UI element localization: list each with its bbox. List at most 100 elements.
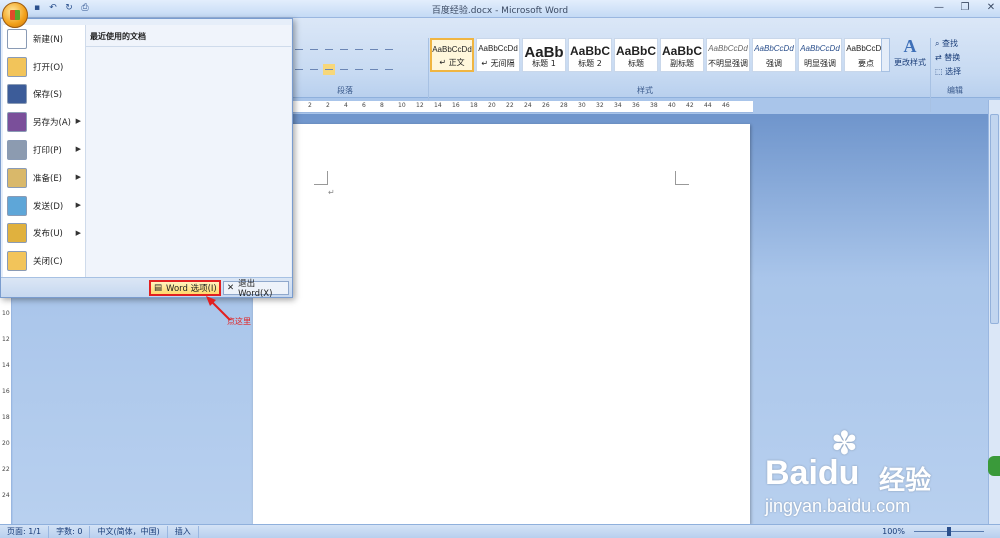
zoom-slider-thumb[interactable] — [947, 527, 951, 536]
style-tile[interactable]: AaBbCcDd ↵ 正文 — [430, 38, 474, 72]
ruler-tick-label: 40 — [668, 102, 676, 109]
ruler-tick-label: 22 — [506, 102, 514, 109]
style-tile[interactable]: AaBbC 标题 2 — [568, 38, 612, 72]
style-tile[interactable]: AaBbCcDd 明显强调 — [798, 38, 842, 72]
style-tile[interactable]: AaBb 标题 1 — [522, 38, 566, 72]
office-menu-item[interactable]: 保存(S) — [3, 81, 85, 109]
line-spacing-icon[interactable] — [353, 64, 365, 75]
office-menu-item[interactable]: 准备(E) ▶ — [3, 164, 85, 192]
zoom-level[interactable]: 100% — [882, 526, 905, 538]
close-folder-icon — [7, 251, 27, 272]
office-menu-commands: 新建(N) 打开(O) 保存(S) 另存为(A) ▶ 打印(P) ▶ 准备(E) ▶ 发送(D) ▶… — [3, 25, 85, 279]
select-button[interactable]: ⬚ 选择 — [935, 66, 961, 77]
maximize-button[interactable]: ❐ — [958, 2, 972, 13]
multilevel-list-icon[interactable] — [323, 44, 335, 55]
exit-word-button[interactable]: ✕ 退出 Word(X) — [223, 279, 289, 299]
side-badge[interactable] — [988, 456, 1000, 476]
replace-button[interactable]: ⇄ 替换 — [935, 52, 961, 63]
ruler-tick-label: 16 — [452, 102, 460, 109]
submenu-arrow-icon: ▶ — [75, 145, 81, 154]
exit-word-label: 退出 Word(X) — [238, 279, 273, 299]
office-menu-item[interactable]: 另存为(A) ▶ — [3, 108, 85, 136]
ruler-tick-label: 34 — [614, 102, 622, 109]
word-options-button[interactable]: ▤ Word 选项(I) — [149, 280, 221, 296]
style-name: 副标题 — [670, 59, 694, 68]
office-menu-item[interactable]: 关闭(C) — [3, 247, 85, 275]
style-name: 明显强调 — [804, 59, 836, 68]
show-marks-icon[interactable] — [383, 44, 395, 55]
zoom-slider[interactable] — [914, 527, 984, 536]
watermark-logo: Baidu — [765, 454, 860, 492]
ruler-tick-label: 4 — [344, 102, 348, 109]
style-tile[interactable]: AaBbCcDd 强调 — [752, 38, 796, 72]
ruler-tick-label: 16 — [2, 388, 10, 395]
numbering-icon[interactable] — [308, 44, 320, 55]
office-menu-item[interactable]: 新建(N) — [3, 25, 85, 53]
paragraph-mark: ↵ — [328, 188, 335, 197]
style-tile[interactable]: AaBbC 标题 — [614, 38, 658, 72]
gallery-scroll[interactable] — [881, 38, 890, 72]
prepare-icon — [7, 167, 27, 188]
office-menu-item-label: 另存为(A) — [33, 118, 71, 129]
word-options-label: Word 选项(I) — [166, 284, 217, 294]
horizontal-ruler[interactable]: 2 2 4 6 8 10 12 14 16 18 20 22 24 26 28 30 32 34 36 38 40 42 4… — [253, 101, 753, 113]
office-menu-item[interactable]: 打印(P) ▶ — [3, 136, 85, 164]
word-count[interactable]: 字数: 0 — [49, 525, 91, 538]
group-separator — [930, 38, 931, 112]
editing-group: ⌕ 查找 ⇄ 替换 ⬚ 选择 — [935, 38, 961, 77]
style-tile[interactable]: AaBbCcDd 不明显强调 — [706, 38, 750, 72]
sort-icon[interactable] — [368, 44, 380, 55]
ruler-tick-label: 20 — [2, 440, 10, 447]
distribute-icon[interactable] — [338, 64, 350, 75]
find-button[interactable]: ⌕ 查找 — [935, 38, 961, 49]
ruler-tick-label: 14 — [2, 362, 10, 369]
exit-icon: ✕ — [227, 283, 235, 293]
group-label-paragraph: 段落 — [337, 86, 353, 95]
ruler-tick-label: 30 — [578, 102, 586, 109]
bullets-icon[interactable] — [293, 44, 305, 55]
ruler-tick-label: 10 — [2, 310, 10, 317]
decrease-indent-icon[interactable] — [338, 44, 350, 55]
ruler-tick-label: 42 — [686, 102, 694, 109]
submenu-arrow-icon: ▶ — [75, 228, 81, 237]
increase-indent-icon[interactable] — [353, 44, 365, 55]
ruler-tick-label: 2 — [326, 102, 330, 109]
scroll-thumb[interactable] — [990, 114, 999, 324]
office-menu-item[interactable]: 发送(D) ▶ — [3, 192, 85, 220]
insert-mode[interactable]: 插入 — [168, 525, 199, 538]
submenu-arrow-icon: ▶ — [75, 200, 81, 209]
paragraph-row-1 — [293, 44, 395, 55]
align-center-icon[interactable] — [293, 64, 305, 75]
change-styles-label: 更改样式 — [894, 58, 926, 67]
office-menu-item[interactable]: 发布(U) ▶ — [3, 220, 85, 248]
recent-documents-title: 最近使用的文档 — [86, 25, 291, 47]
send-icon — [7, 195, 27, 216]
style-sample: AaBbCcDd — [432, 45, 472, 54]
minimize-button[interactable]: — — [932, 2, 946, 13]
group-label-editing: 编辑 — [947, 86, 963, 95]
office-menu-item[interactable]: 打开(O) — [3, 53, 85, 81]
page-count[interactable]: 页面: 1/1 — [0, 525, 50, 538]
close-button[interactable]: ✕ — [984, 2, 998, 13]
shading-icon[interactable] — [368, 64, 380, 75]
ruler-tick-label: 28 — [560, 102, 568, 109]
ruler-tick-label: 22 — [2, 466, 10, 473]
change-styles-button[interactable]: A 更改样式 — [893, 36, 927, 68]
style-name: 不明显强调 — [708, 59, 748, 68]
justify-icon[interactable] — [323, 64, 335, 75]
publish-icon — [7, 223, 27, 244]
office-button[interactable] — [2, 2, 28, 28]
style-tile[interactable]: AaBbCcDd ↵ 无间隔 — [476, 38, 520, 72]
document-page[interactable]: ↵ — [253, 124, 750, 524]
submenu-arrow-icon: ▶ — [75, 117, 81, 126]
watermark-url: jingyan.baidu.com — [765, 496, 911, 516]
style-tile[interactable]: AaBbC 副标题 — [660, 38, 704, 72]
align-right-icon[interactable] — [308, 64, 320, 75]
ruler-tick-label: 14 — [434, 102, 442, 109]
open-folder-icon — [7, 56, 27, 77]
language-indicator[interactable]: 中文(简体，中国) — [90, 525, 168, 538]
group-label-styles: 样式 — [637, 86, 653, 95]
style-sample: AaBbC — [615, 44, 656, 58]
borders-icon[interactable] — [383, 64, 395, 75]
ruler-tick-label: 24 — [2, 492, 10, 499]
